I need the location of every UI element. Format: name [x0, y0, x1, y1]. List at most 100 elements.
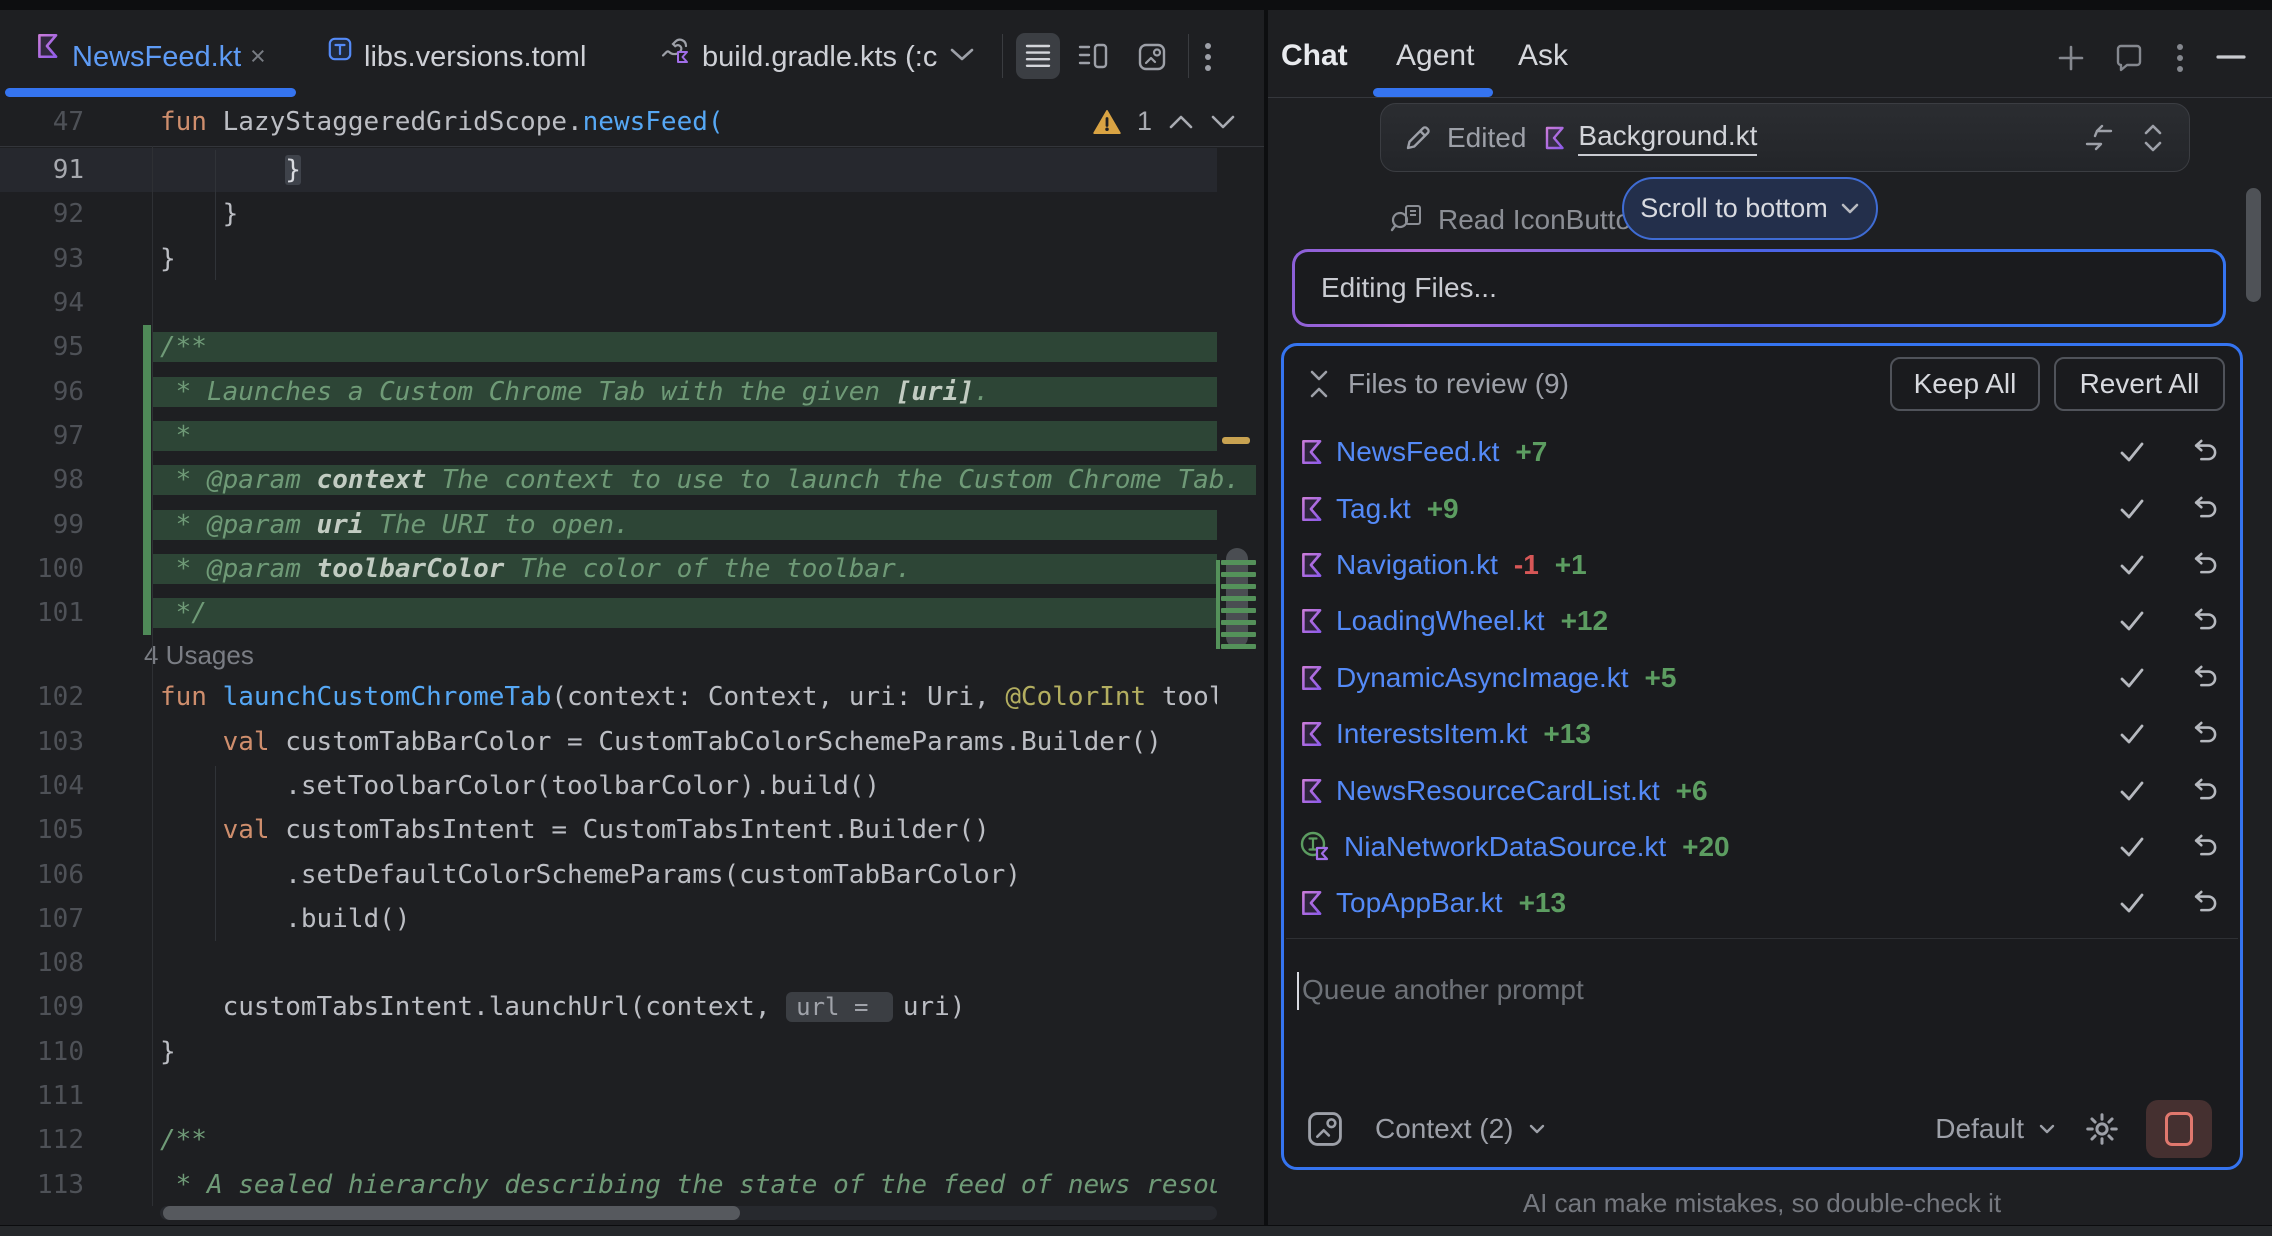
new-chat-plus-icon[interactable]: [2056, 43, 2086, 73]
code-line-105[interactable]: 105 val customTabsIntent = CustomTabsInt…: [0, 808, 1264, 852]
revert-all-button[interactable]: Revert All: [2054, 357, 2225, 411]
close-tab-icon[interactable]: ×: [250, 41, 266, 72]
code-line-92[interactable]: 92 }: [0, 192, 1264, 236]
keep-all-button[interactable]: Keep All: [1890, 357, 2040, 411]
chat-history-icon[interactable]: [2114, 43, 2144, 73]
keep-file-check-icon[interactable]: [2118, 722, 2146, 746]
file-link[interactable]: TopAppBar.kt: [1336, 887, 1503, 919]
code-line-103[interactable]: 103 val customTabBarColor = CustomTabCol…: [0, 720, 1264, 764]
attach-image-icon[interactable]: [1307, 1111, 1343, 1147]
tool-window-title-chat[interactable]: Chat: [1281, 39, 1348, 73]
revert-file-icon[interactable]: [2192, 495, 2220, 523]
revert-file-icon[interactable]: [2192, 551, 2220, 579]
show-diff-icon[interactable]: [2081, 122, 2115, 154]
revert-file-icon[interactable]: [2192, 889, 2220, 917]
tab-agent[interactable]: Agent: [1396, 39, 1474, 73]
file-link[interactable]: DynamicAsyncImage.kt: [1336, 662, 1629, 694]
stop-button[interactable]: [2146, 1100, 2212, 1158]
revert-file-icon[interactable]: [2192, 777, 2220, 805]
tab-libs-versions-toml[interactable]: libs.versions.toml: [364, 41, 586, 74]
line-number: 91: [0, 155, 84, 185]
revert-file-icon[interactable]: [2192, 607, 2220, 635]
prev-warning-icon[interactable]: [1168, 114, 1194, 130]
code-line-104[interactable]: 104 .setToolbarColor(toolbarColor).build…: [0, 764, 1264, 808]
expand-collapse-icon[interactable]: [2141, 121, 2165, 155]
line-number: 96: [0, 377, 84, 407]
model-selector[interactable]: Default: [1935, 1113, 2024, 1145]
tab-newsfeed[interactable]: NewsFeed.kt: [72, 41, 241, 74]
keep-file-check-icon[interactable]: [2118, 553, 2146, 577]
kotlin-file-icon: [1300, 889, 1324, 917]
revert-file-icon[interactable]: [2192, 720, 2220, 748]
chevron-down-icon[interactable]: [948, 46, 976, 64]
keep-file-check-icon[interactable]: [2118, 609, 2146, 633]
collapse-icon[interactable]: [1306, 368, 1332, 400]
chat-scrollbar[interactable]: [2246, 188, 2261, 302]
file-link[interactable]: Navigation.kt: [1336, 549, 1498, 581]
horizontal-scrollbar[interactable]: [163, 1206, 740, 1220]
code-line-108[interactable]: 108: [0, 941, 1264, 985]
kebab-menu-icon[interactable]: [1204, 42, 1212, 72]
ide-window: NewsFeed.kt × libs.versions.toml build.g…: [0, 0, 2272, 1236]
code-line-112[interactable]: 112/**: [0, 1118, 1264, 1162]
code-line-99[interactable]: 99 * @param uri The URI to open.: [0, 502, 1264, 546]
keep-file-check-icon[interactable]: [2118, 497, 2146, 521]
prompt-input[interactable]: Queue another prompt: [1302, 974, 1584, 1006]
minimize-icon[interactable]: [2216, 54, 2246, 60]
code-line-97[interactable]: 97 *: [0, 414, 1264, 458]
edited-file-card[interactable]: Edited Background.kt: [1380, 103, 2190, 172]
line-number: 106: [0, 860, 84, 890]
gear-icon[interactable]: [2084, 1111, 2120, 1147]
window-top-strip: [0, 0, 2272, 10]
code-line-109[interactable]: 109 customTabsIntent.launchUrl(context, …: [0, 985, 1264, 1029]
code-line-102[interactable]: 102fun launchCustomChromeTab(context: Co…: [0, 675, 1264, 719]
usages-inlay-hint[interactable]: 4 Usages: [0, 635, 1264, 675]
context-selector[interactable]: Context (2): [1375, 1113, 1514, 1145]
screenshot-image-icon[interactable]: [1138, 43, 1166, 71]
scroll-to-bottom-button[interactable]: Scroll to bottom: [1622, 177, 1878, 240]
keep-file-check-icon[interactable]: [2118, 440, 2146, 464]
code-line-95[interactable]: 95/**: [0, 325, 1264, 369]
keep-file-check-icon[interactable]: [2118, 666, 2146, 690]
code-line-110[interactable]: 110}: [0, 1030, 1264, 1074]
code-line-96[interactable]: 96 * Launches a Custom Chrome Tab with t…: [0, 369, 1264, 413]
warning-icon: [1093, 109, 1121, 135]
scrollbar-diff-hatch: [1221, 596, 1256, 601]
code-editor[interactable]: 91 }92 }93}9495/**96 * Launches a Custom…: [0, 146, 1264, 1236]
code-line-98[interactable]: 98 * @param context The context to use t…: [0, 458, 1264, 502]
code-line-113[interactable]: 113 * A sealed hierarchy describing the …: [0, 1163, 1264, 1207]
file-link[interactable]: NewsResourceCardList.kt: [1336, 775, 1660, 807]
revert-file-icon[interactable]: [2192, 833, 2220, 861]
keep-file-check-icon[interactable]: [2118, 891, 2146, 915]
scrollbar-change-mark: [1216, 560, 1220, 649]
code-line-91[interactable]: 91 }: [0, 148, 1264, 192]
line-number: 113: [0, 1170, 84, 1200]
file-link[interactable]: InterestsItem.kt: [1336, 718, 1527, 750]
revert-file-icon[interactable]: [2192, 664, 2220, 692]
file-link[interactable]: NiaNetworkDataSource.kt: [1344, 831, 1666, 863]
code-line-94[interactable]: 94: [0, 281, 1264, 325]
line-number: 110: [0, 1037, 84, 1067]
split-editor-icon[interactable]: [1078, 43, 1108, 69]
keep-file-check-icon[interactable]: [2118, 835, 2146, 859]
code-line-111[interactable]: 111: [0, 1074, 1264, 1118]
file-link[interactable]: Tag.kt: [1336, 493, 1411, 525]
keep-file-check-icon[interactable]: [2118, 779, 2146, 803]
sticky-line-number: 47: [0, 107, 84, 137]
code-line-93[interactable]: 93}: [0, 237, 1264, 281]
code-line-101[interactable]: 101 */: [0, 591, 1264, 635]
editor-list-view-button[interactable]: [1016, 33, 1060, 79]
revert-file-icon[interactable]: [2192, 438, 2220, 466]
code-line-106[interactable]: 106 .setDefaultColorSchemeParams(customT…: [0, 852, 1264, 896]
code-line-107[interactable]: 107 .build(): [0, 897, 1264, 941]
tab-ask[interactable]: Ask: [1518, 39, 1568, 73]
file-link[interactable]: LoadingWheel.kt: [1336, 605, 1545, 637]
edited-file-link[interactable]: Background.kt: [1578, 120, 1757, 156]
chevron-down-icon: [1528, 1123, 1546, 1135]
line-number: 95: [0, 332, 84, 362]
next-warning-icon[interactable]: [1210, 114, 1236, 130]
kebab-menu-icon[interactable]: [2176, 43, 2184, 73]
code-line-100[interactable]: 100 * @param toolbarColor The color of t…: [0, 547, 1264, 591]
file-link[interactable]: NewsFeed.kt: [1336, 436, 1499, 468]
tab-build-gradle[interactable]: build.gradle.kts (:c: [702, 41, 937, 74]
